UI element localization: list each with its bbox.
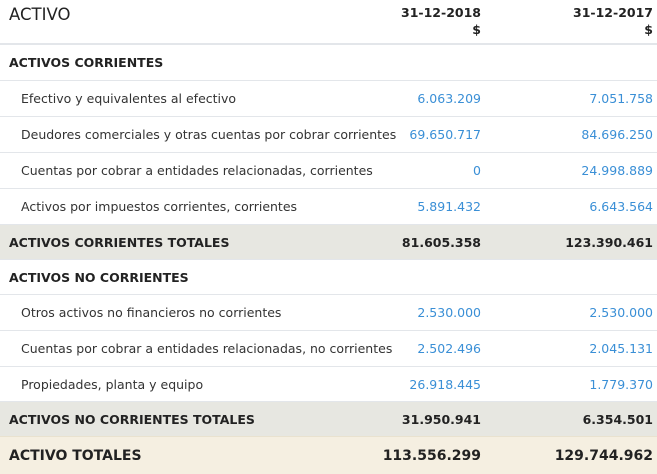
value-2018-link[interactable]: 6.063.209 xyxy=(417,81,481,116)
row-label: Propiedades, planta y equipo xyxy=(21,376,204,392)
page-title: ACTIVO xyxy=(9,5,71,24)
table-row: Cuentas por cobrar a entidades relaciona… xyxy=(0,330,657,366)
section-header-corrientes: ACTIVOS CORRIENTES xyxy=(0,44,657,80)
table-row: Efectivo y equivalentes al efectivo 6.06… xyxy=(0,80,657,116)
table-row: Otros activos no financieros no corrient… xyxy=(0,294,657,330)
subtotal-value-2017: 6.354.501 xyxy=(582,411,653,427)
column-header-2018: 31-12-2018 $ xyxy=(401,4,481,38)
grand-total-row: ACTIVO TOTALES 113.556.299 129.744.962 xyxy=(0,436,657,474)
subtotal-value-2017: 123.390.461 xyxy=(565,234,653,250)
row-label: Otros activos no financieros no corrient… xyxy=(21,305,282,320)
subtotal-label: ACTIVOS NO CORRIENTES TOTALES xyxy=(9,411,255,427)
row-label: Cuentas por cobrar a entidades relaciona… xyxy=(21,163,373,178)
table-row: Deudores comerciales y otras cuentas por… xyxy=(0,116,657,152)
table-header: ACTIVO 31-12-2018 $ 31-12-2017 $ xyxy=(0,0,657,44)
value-2018-link[interactable]: 2.502.496 xyxy=(417,331,481,366)
subtotal-value-2018: 81.605.358 xyxy=(401,234,481,250)
row-label: Efectivo y equivalentes al efectivo xyxy=(21,91,237,106)
value-2018-link[interactable]: 69.650.717 xyxy=(409,117,481,152)
section-header-no-corrientes: ACTIVOS NO CORRIENTES xyxy=(0,259,657,294)
column-date: 31-12-2018 xyxy=(401,5,481,20)
row-label: Deudores comerciales y otras cuentas por… xyxy=(21,127,397,142)
column-date: 31-12-2017 xyxy=(573,5,653,20)
value-2018-link[interactable]: 5.891.432 xyxy=(417,189,481,224)
subtotal-row-no-corrientes: ACTIVOS NO CORRIENTES TOTALES 31.950.941… xyxy=(0,401,657,436)
value-2018-link[interactable]: 2.530.000 xyxy=(417,295,481,330)
grand-total-value-2018: 113.556.299 xyxy=(382,447,481,464)
value-2018-link[interactable]: 26.918.445 xyxy=(409,367,481,401)
value-2017-link[interactable]: 24.998.889 xyxy=(581,153,653,188)
value-2017-link[interactable]: 84.696.250 xyxy=(581,117,653,152)
value-2017-link[interactable]: 2.045.131 xyxy=(589,331,653,366)
grand-total-label: ACTIVO TOTALES xyxy=(9,447,142,464)
column-currency: $ xyxy=(472,22,481,37)
subtotal-label: ACTIVOS CORRIENTES TOTALES xyxy=(9,234,230,250)
section-title: ACTIVOS CORRIENTES xyxy=(9,55,164,70)
value-2017-link[interactable]: 1.779.370 xyxy=(589,367,653,401)
table-row: Propiedades, planta y equipo 26.918.445 … xyxy=(0,366,657,401)
table-row: Activos por impuestos corrientes, corrie… xyxy=(0,188,657,224)
subtotal-row-corrientes: ACTIVOS CORRIENTES TOTALES 81.605.358 12… xyxy=(0,224,657,259)
row-label: Activos por impuestos corrientes, corrie… xyxy=(21,199,298,214)
value-2017-link[interactable]: 6.643.564 xyxy=(589,189,653,224)
column-header-2017: 31-12-2017 $ xyxy=(573,4,653,38)
subtotal-value-2018: 31.950.941 xyxy=(401,411,481,427)
row-label: Cuentas por cobrar a entidades relaciona… xyxy=(21,341,393,356)
value-2018-link[interactable]: 0 xyxy=(473,153,481,188)
column-currency: $ xyxy=(644,22,653,37)
value-2017-link[interactable]: 7.051.758 xyxy=(589,81,653,116)
section-title: ACTIVOS NO CORRIENTES xyxy=(9,269,189,285)
table-row: Cuentas por cobrar a entidades relaciona… xyxy=(0,152,657,188)
grand-total-value-2017: 129.744.962 xyxy=(554,447,653,464)
value-2017-link[interactable]: 2.530.000 xyxy=(589,295,653,330)
